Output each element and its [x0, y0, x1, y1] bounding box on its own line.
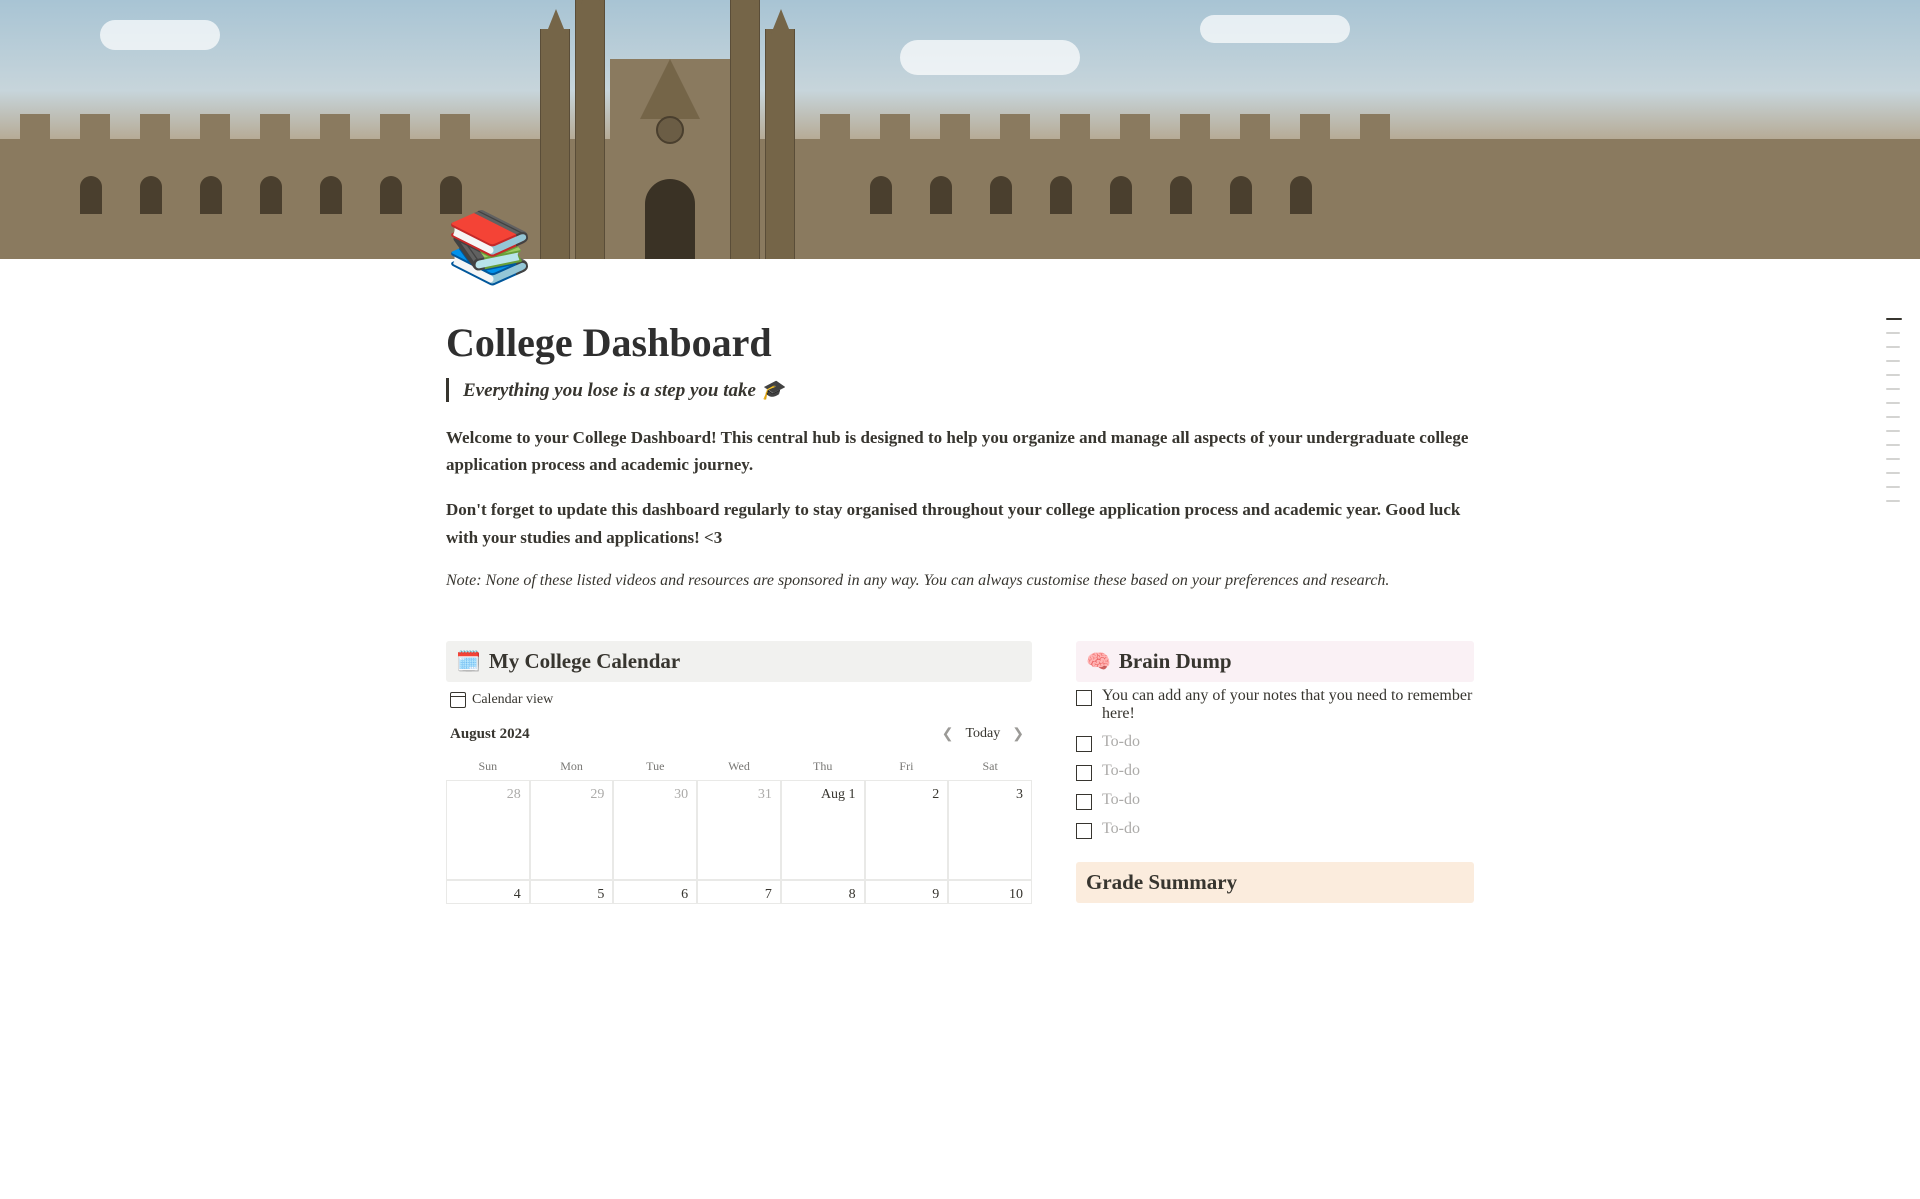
- calendar-day-cell[interactable]: Aug 1: [781, 780, 865, 880]
- outline-item[interactable]: [1886, 318, 1902, 320]
- checkbox[interactable]: [1076, 794, 1092, 810]
- outline-item[interactable]: [1886, 346, 1900, 348]
- calendar-day-cell[interactable]: 2: [865, 780, 949, 880]
- calendar-view-tab[interactable]: Calendar view: [446, 682, 1032, 716]
- calendar-grid: Sun Mon Tue Wed Thu Fri Sat 28 29 30 31 …: [446, 753, 1032, 904]
- outline-item[interactable]: [1886, 500, 1900, 502]
- todo-item[interactable]: To-do: [1076, 728, 1474, 757]
- calendar-day-cell[interactable]: 9: [865, 880, 949, 904]
- grade-summary-title: Grade Summary: [1086, 870, 1237, 895]
- outline-item[interactable]: [1886, 458, 1900, 460]
- calendar-prev-button[interactable]: ❮: [938, 724, 958, 745]
- calendar-section-header[interactable]: 🗓️ My College Calendar: [446, 641, 1032, 682]
- calendar-day-cell[interactable]: 4: [446, 880, 530, 904]
- todo-text[interactable]: To-do: [1102, 733, 1140, 751]
- todo-item[interactable]: You can add any of your notes that you n…: [1076, 682, 1474, 728]
- calendar-day-cell[interactable]: 3: [948, 780, 1032, 880]
- calendar-day-cell[interactable]: 10: [948, 880, 1032, 904]
- checkbox[interactable]: [1076, 765, 1092, 781]
- calendar-day-cell[interactable]: 8: [781, 880, 865, 904]
- day-header: Sun: [446, 753, 530, 780]
- calendar-day-cell[interactable]: 28: [446, 780, 530, 880]
- calendar-day-cell[interactable]: 30: [613, 780, 697, 880]
- page-title[interactable]: College Dashboard: [446, 259, 1474, 366]
- calendar-month-label: August 2024: [450, 726, 530, 743]
- todo-text[interactable]: To-do: [1102, 762, 1140, 780]
- quote-block[interactable]: Everything you lose is a step you take 🎓: [446, 378, 1474, 402]
- calendar-view-label: Calendar view: [472, 692, 553, 708]
- outline-item[interactable]: [1886, 416, 1900, 418]
- page-icon[interactable]: 📚: [446, 214, 524, 292]
- outline-item[interactable]: [1886, 430, 1900, 432]
- day-header: Thu: [781, 753, 865, 780]
- calendar-day-cell[interactable]: 6: [613, 880, 697, 904]
- calendar-today-button[interactable]: Today: [965, 726, 1000, 742]
- checkbox[interactable]: [1076, 823, 1092, 839]
- calendar-day-cell[interactable]: 29: [530, 780, 614, 880]
- checkbox[interactable]: [1076, 736, 1092, 752]
- brain-dump-header[interactable]: 🧠 Brain Dump: [1076, 641, 1474, 682]
- calendar-day-cell[interactable]: 31: [697, 780, 781, 880]
- note-paragraph[interactable]: Note: None of these listed videos and re…: [446, 569, 1474, 593]
- todo-text[interactable]: You can add any of your notes that you n…: [1102, 687, 1474, 723]
- outline-item[interactable]: [1886, 374, 1900, 376]
- todo-item[interactable]: To-do: [1076, 815, 1474, 844]
- outline-item[interactable]: [1886, 472, 1900, 474]
- calendar-emoji-icon: 🗓️: [456, 649, 481, 674]
- quote-text: Everything you lose is a step you take 🎓: [463, 380, 784, 401]
- brain-emoji-icon: 🧠: [1086, 649, 1111, 674]
- calendar-section-title: My College Calendar: [489, 649, 680, 674]
- calendar-day-cell[interactable]: 5: [530, 880, 614, 904]
- brain-dump-title: Brain Dump: [1119, 649, 1232, 674]
- day-header: Tue: [613, 753, 697, 780]
- todo-item[interactable]: To-do: [1076, 757, 1474, 786]
- intro-paragraph-1[interactable]: Welcome to your College Dashboard! This …: [446, 424, 1474, 478]
- cover-image: [0, 0, 1920, 259]
- outline-item[interactable]: [1886, 360, 1900, 362]
- outline-item[interactable]: [1886, 332, 1900, 334]
- calendar-next-button[interactable]: ❯: [1008, 724, 1028, 745]
- outline-item[interactable]: [1886, 444, 1900, 446]
- day-header: Sat: [948, 753, 1032, 780]
- outline-item[interactable]: [1886, 486, 1900, 488]
- todo-item[interactable]: To-do: [1076, 786, 1474, 815]
- grade-summary-header[interactable]: Grade Summary: [1076, 862, 1474, 903]
- day-header: Mon: [530, 753, 614, 780]
- day-header: Wed: [697, 753, 781, 780]
- outline-item[interactable]: [1886, 388, 1900, 390]
- intro-paragraph-2[interactable]: Don't forget to update this dashboard re…: [446, 496, 1474, 550]
- outline-nav[interactable]: [1886, 318, 1902, 502]
- calendar-day-cell[interactable]: 7: [697, 880, 781, 904]
- day-header: Fri: [865, 753, 949, 780]
- calendar-view-icon: [450, 692, 466, 708]
- todo-text[interactable]: To-do: [1102, 791, 1140, 809]
- checkbox[interactable]: [1076, 690, 1092, 706]
- outline-item[interactable]: [1886, 402, 1900, 404]
- todo-text[interactable]: To-do: [1102, 820, 1140, 838]
